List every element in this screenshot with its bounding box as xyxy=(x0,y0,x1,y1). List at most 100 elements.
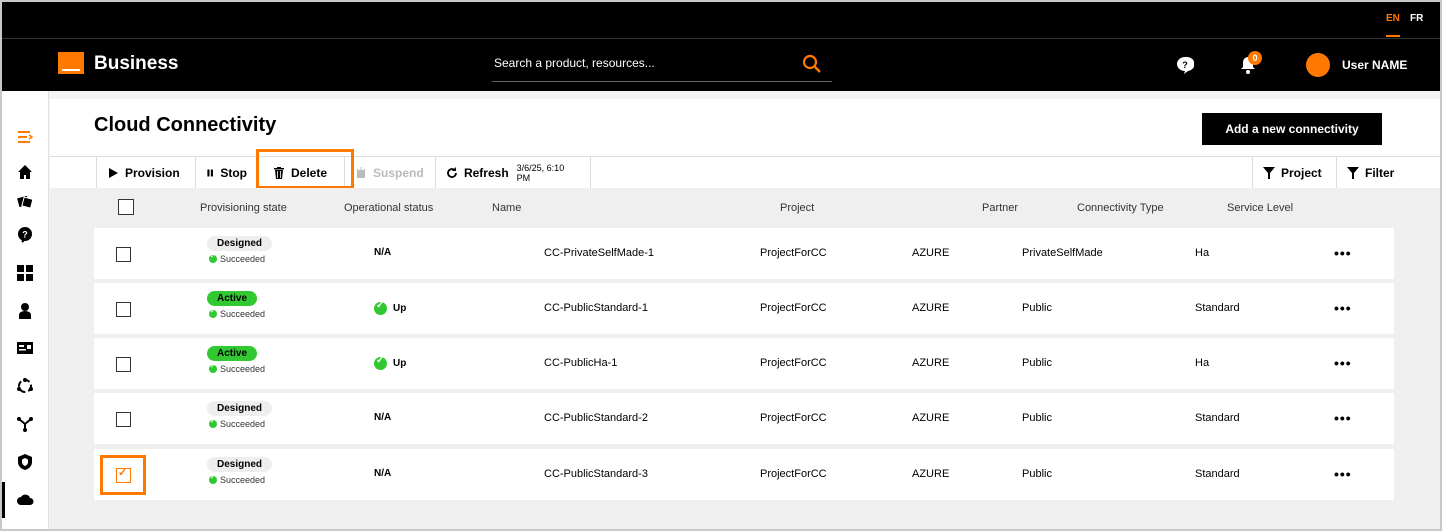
network-icon[interactable] xyxy=(14,375,36,397)
funnel-icon xyxy=(1263,166,1275,179)
provisioning-result-text: Succeeded xyxy=(220,419,266,429)
stop-label: Stop xyxy=(220,165,247,180)
search-bar xyxy=(492,49,832,82)
row-checkbox[interactable] xyxy=(116,302,131,317)
filter-button[interactable]: Filter xyxy=(1336,157,1440,188)
check-circle-icon xyxy=(209,473,217,484)
cell-name[interactable]: CC-PublicStandard-3 xyxy=(544,468,648,480)
orange-logo[interactable] xyxy=(58,52,84,74)
col-partner[interactable]: Partner xyxy=(982,202,1018,214)
cell-service-level: Ha xyxy=(1195,247,1210,259)
more-options-icon[interactable]: ••• xyxy=(1334,355,1352,371)
cell-connectivity-type: Public xyxy=(1022,412,1052,424)
more-options-icon[interactable]: ••• xyxy=(1334,410,1352,426)
check-circle-icon xyxy=(209,362,217,373)
col-operational-status[interactable]: Operational status xyxy=(344,202,433,214)
cell-project: ProjectForCC xyxy=(760,302,827,314)
cell-connectivity-type: Public xyxy=(1022,468,1052,480)
provisioning-state-badge: Designed xyxy=(207,236,273,251)
provisioning-result-text: Succeeded xyxy=(220,254,266,264)
suspend-icon xyxy=(356,166,366,178)
lang-en-link[interactable]: EN xyxy=(1386,13,1400,37)
cell-partner: AZURE xyxy=(912,412,950,424)
cloud-icon[interactable] xyxy=(14,489,36,511)
cell-name[interactable]: CC-PublicHa-1 xyxy=(544,357,617,369)
select-all-checkbox[interactable] xyxy=(118,199,134,215)
provision-button[interactable]: Provision xyxy=(96,157,193,188)
refresh-label: Refresh xyxy=(463,165,509,180)
add-connectivity-button[interactable]: Add a new connectivity xyxy=(1202,113,1382,145)
refresh-icon xyxy=(447,166,457,178)
stop-button[interactable]: Stop xyxy=(195,157,257,188)
suspend-button[interactable]: Suspend xyxy=(344,157,434,188)
connectivity-table: Provisioning state Operational status Na… xyxy=(50,188,1440,529)
provisioning-result: Succeeded xyxy=(209,473,265,485)
brand-name: Business xyxy=(94,53,179,74)
play-icon xyxy=(109,167,118,178)
cell-project: ProjectForCC xyxy=(760,357,827,369)
col-project[interactable]: Project xyxy=(780,202,814,214)
operational-status: N/A xyxy=(374,468,391,479)
pause-icon xyxy=(207,169,213,176)
refresh-button[interactable]: Refresh 3/6/25, 6:10 PM xyxy=(435,157,591,188)
project-filter-button[interactable]: Project xyxy=(1252,157,1335,188)
cell-name[interactable]: CC-PublicStandard-2 xyxy=(544,412,648,424)
col-service-level[interactable]: Service Level xyxy=(1227,202,1293,214)
check-circle-icon xyxy=(209,307,217,318)
catalog-icon[interactable] xyxy=(14,191,36,213)
cell-service-level: Standard xyxy=(1195,302,1240,314)
cell-partner: AZURE xyxy=(912,357,950,369)
cell-name[interactable]: CC-PublicStandard-1 xyxy=(544,302,648,314)
user-name[interactable]: User NAME xyxy=(1342,58,1407,72)
row-checkbox[interactable] xyxy=(116,247,131,262)
user-icon[interactable] xyxy=(14,300,36,322)
check-circle-icon xyxy=(374,300,387,315)
home-icon[interactable] xyxy=(14,161,36,183)
page-title: Cloud Connectivity xyxy=(94,114,277,136)
operational-status: N/A xyxy=(374,247,391,258)
lang-fr-link[interactable]: FR xyxy=(1410,13,1423,24)
main-content: Cloud Connectivity Add a new connectivit… xyxy=(50,99,1440,529)
col-connectivity-type[interactable]: Connectivity Type xyxy=(1077,202,1164,214)
dashboard-icon[interactable] xyxy=(14,262,36,284)
cell-connectivity-type: Public xyxy=(1022,302,1052,314)
more-options-icon[interactable]: ••• xyxy=(1334,245,1352,261)
provision-label: Provision xyxy=(125,165,180,180)
operational-status-text: N/A xyxy=(374,247,392,258)
funnel-icon xyxy=(1347,166,1359,179)
svg-text:?: ? xyxy=(22,230,28,240)
table-row[interactable]: Designed Succeeded N/A CC-PublicStandard-2 P… xyxy=(94,393,1394,444)
row-checkbox[interactable] xyxy=(116,412,131,427)
search-input[interactable] xyxy=(492,55,786,71)
security-icon[interactable] xyxy=(14,451,36,473)
cell-project: ProjectForCC xyxy=(760,468,827,480)
topology-icon[interactable] xyxy=(14,413,36,435)
billing-icon[interactable] xyxy=(14,337,36,359)
operational-status: Up xyxy=(374,355,406,370)
provisioning-result: Succeeded xyxy=(209,362,265,374)
provisioning-state-badge: Designed xyxy=(207,401,273,416)
operational-status-text: N/A xyxy=(374,468,392,479)
menu-icon[interactable] xyxy=(14,126,36,148)
cell-partner: AZURE xyxy=(912,247,950,259)
col-name[interactable]: Name xyxy=(492,202,521,214)
avatar[interactable] xyxy=(1306,53,1330,77)
search-icon[interactable] xyxy=(802,54,822,74)
cell-connectivity-type: PrivateSelfMade xyxy=(1022,247,1103,259)
cell-name[interactable]: CC-PrivateSelfMade-1 xyxy=(544,247,654,259)
table-row[interactable]: Designed Succeeded N/A CC-PrivateSelfMade-1… xyxy=(94,228,1394,279)
sidebar-active-indicator xyxy=(2,482,5,518)
top-header: Business ? 0 User NAME xyxy=(2,39,1440,91)
refresh-timestamp: 3/6/25, 6:10 PM xyxy=(516,162,565,183)
sidebar: ? xyxy=(2,91,49,529)
table-row[interactable]: Designed Succeeded N/A CC-PublicStandard-3 P… xyxy=(94,449,1394,500)
help-icon[interactable]: ? xyxy=(1176,56,1194,74)
more-options-icon[interactable]: ••• xyxy=(1334,466,1352,482)
operational-status: N/A xyxy=(374,412,391,423)
row-checkbox[interactable] xyxy=(116,357,131,372)
table-row[interactable]: Active Succeeded Up CC-PublicStandard-1 Proj… xyxy=(94,283,1394,334)
support-icon[interactable]: ? xyxy=(14,224,36,246)
more-options-icon[interactable]: ••• xyxy=(1334,300,1352,316)
table-row[interactable]: Active Succeeded Up CC-PublicHa-1 ProjectFor… xyxy=(94,338,1394,389)
col-provisioning-state[interactable]: Provisioning state xyxy=(200,202,287,214)
